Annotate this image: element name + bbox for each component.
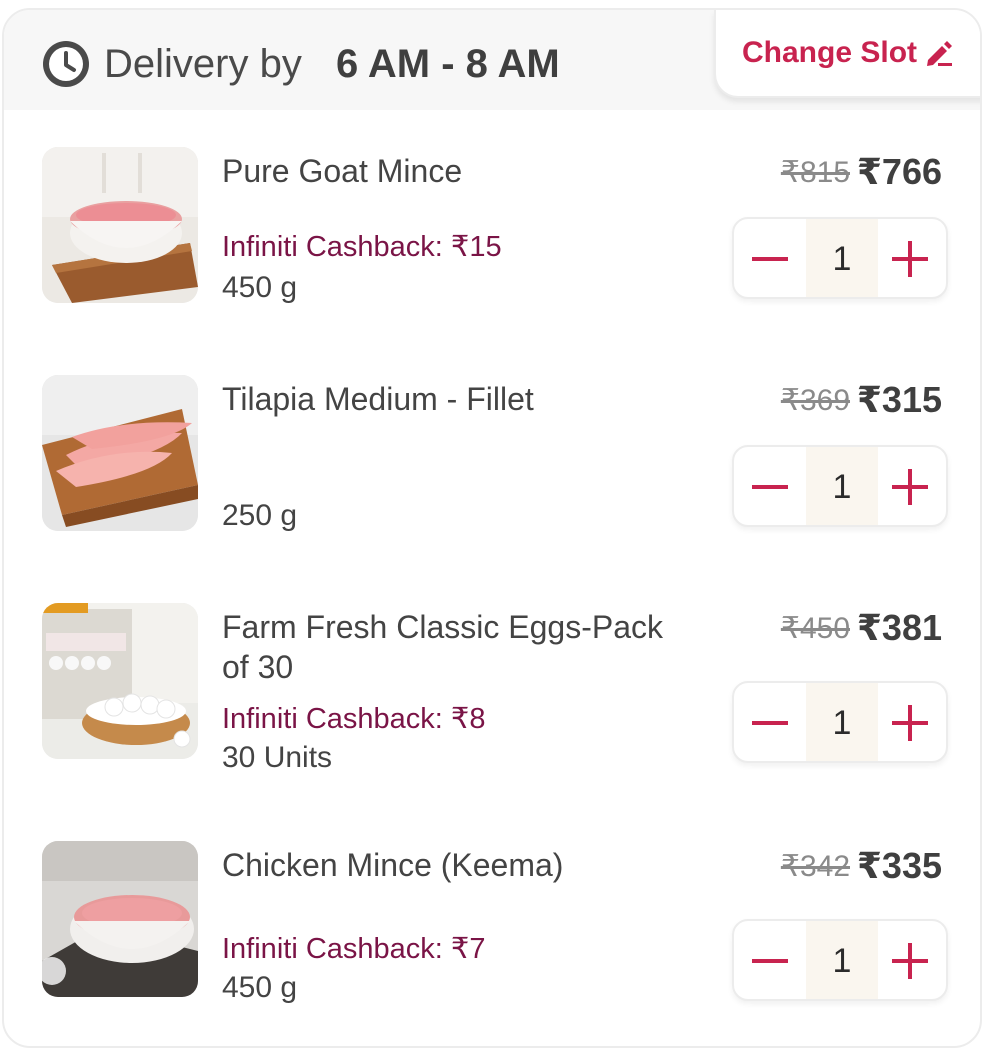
quantity-value: 1 (806, 219, 878, 297)
delivery-label: Delivery by (104, 42, 302, 86)
increase-quantity-button[interactable] (874, 219, 946, 297)
increase-quantity-button[interactable] (874, 447, 946, 525)
minus-icon (752, 959, 788, 963)
cart-item: Tilapia Medium - Fillet 250 g ₹369 ₹315 … (4, 375, 980, 575)
cart-item: Pure Goat Mince Infiniti Cashback: ₹15 4… (4, 147, 980, 347)
discounted-price: ₹315 (856, 379, 942, 420)
eggs-pack-photo (42, 603, 198, 759)
discounted-price: ₹381 (856, 607, 942, 648)
quantity-value: 1 (806, 921, 878, 999)
original-price: ₹369 (780, 384, 850, 417)
decrease-quantity-button[interactable] (734, 447, 806, 525)
discounted-price: ₹335 (856, 845, 942, 886)
minus-icon (752, 257, 788, 261)
decrease-quantity-button[interactable] (734, 683, 806, 761)
delivery-header: Delivery by 6 AM - 8 AM Change Slot (4, 10, 980, 110)
quantity-stepper: 1 (732, 445, 948, 527)
clock-icon (43, 41, 89, 87)
item-weight: 450 g (222, 971, 298, 1004)
cart-item: Farm Fresh Classic Eggs-Pack of 30 Infin… (4, 603, 980, 803)
cart-item: Chicken Mince (Keema) Infiniti Cashback:… (4, 841, 980, 1041)
item-weight: 450 g (222, 271, 298, 304)
delivery-time: 6 AM - 8 AM (336, 42, 560, 86)
minus-icon (752, 485, 788, 489)
decrease-quantity-button[interactable] (734, 921, 806, 999)
chicken-mince-photo (42, 841, 198, 997)
plus-icon (892, 705, 928, 741)
item-name: Chicken Mince (Keema) (222, 847, 564, 883)
minus-icon (752, 721, 788, 725)
quantity-stepper: 1 (732, 919, 948, 1001)
discounted-price: ₹766 (856, 151, 942, 192)
goat-mince-photo (42, 147, 198, 303)
increase-quantity-button[interactable] (874, 921, 946, 999)
item-weight: 30 Units (222, 741, 333, 774)
plus-icon (892, 469, 928, 505)
item-weight: 250 g (222, 499, 298, 532)
original-price: ₹815 (780, 156, 850, 189)
plus-icon (892, 943, 928, 979)
cashback-text: Infiniti Cashback: ₹7 (222, 933, 486, 965)
item-name: Tilapia Medium - Fillet (222, 381, 534, 417)
quantity-value: 1 (806, 447, 878, 525)
decrease-quantity-button[interactable] (734, 219, 806, 297)
original-price: ₹342 (780, 850, 850, 883)
quantity-stepper: 1 (732, 217, 948, 299)
quantity-stepper: 1 (732, 681, 948, 763)
item-name: Pure Goat Mince (222, 153, 463, 189)
plus-icon (892, 241, 928, 277)
increase-quantity-button[interactable] (874, 683, 946, 761)
original-price: ₹450 (780, 612, 850, 645)
change-slot-label: Change Slot (742, 36, 918, 69)
delivery-card: Delivery by 6 AM - 8 AM Change Slot Pure… (2, 8, 982, 1048)
tilapia-fillet-photo (42, 375, 198, 531)
cashback-text: Infiniti Cashback: ₹8 (222, 703, 486, 735)
change-slot-button[interactable]: Change Slot (714, 10, 980, 98)
item-name: Farm Fresh Classic Eggs-Pack of 30 (222, 609, 663, 685)
quantity-value: 1 (806, 683, 878, 761)
edit-pencil-icon (927, 41, 952, 66)
cashback-text: Infiniti Cashback: ₹15 (222, 231, 502, 263)
